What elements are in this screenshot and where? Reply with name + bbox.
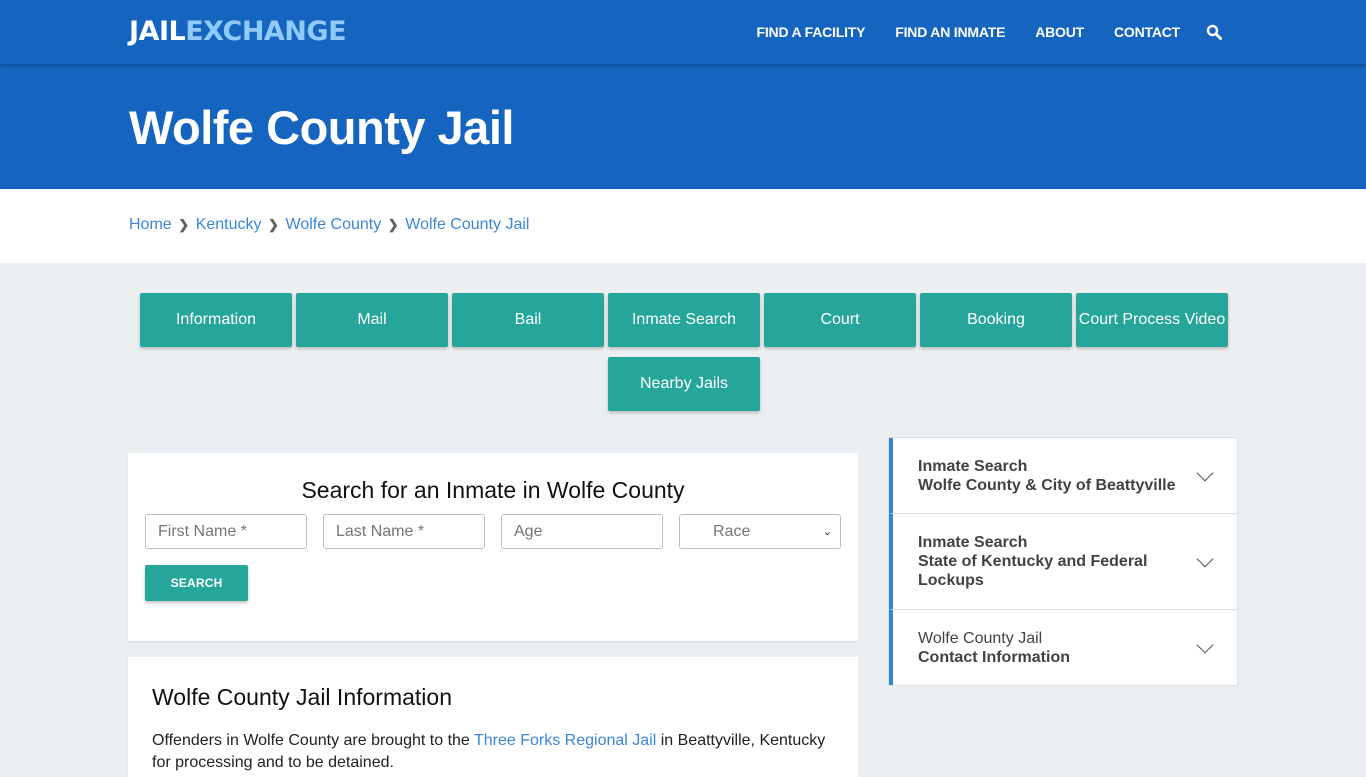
- jail-info-card: Wolfe County Jail Information Offenders …: [128, 657, 858, 777]
- breadcrumb-wolfe-county[interactable]: Wolfe County: [286, 216, 382, 234]
- first-name-input[interactable]: [145, 514, 307, 549]
- info-paragraph: Offenders in Wolfe County are brought to…: [152, 730, 832, 774]
- tab-bail[interactable]: Bail: [452, 293, 604, 347]
- accordion-contact-information[interactable]: Wolfe County Jail Contact Information: [889, 610, 1237, 685]
- inmate-search-card: Search for an Inmate in Wolfe County Rac…: [128, 453, 858, 641]
- breadcrumb-bar: Home ❯ Kentucky ❯ Wolfe County ❯ Wolfe C…: [0, 189, 1366, 263]
- info-text: Offenders in Wolfe County are brought to…: [152, 732, 474, 749]
- accordion-line2: Contact Information: [918, 648, 1070, 666]
- tab-inmate-search[interactable]: Inmate Search: [608, 293, 760, 347]
- chevron-down-icon: [1196, 636, 1214, 653]
- nav-find-an-inmate[interactable]: FIND AN INMATE: [895, 24, 1005, 40]
- chevron-right-icon: ❯: [268, 217, 279, 232]
- section-tabs: Information Mail Bail Inmate Search Cour…: [139, 293, 1229, 411]
- search-card-title: Search for an Inmate in Wolfe County: [301, 477, 685, 503]
- accordion-line1: Wolfe County Jail: [918, 629, 1043, 647]
- chevron-right-icon: ❯: [178, 217, 190, 232]
- site-logo[interactable]: JAILEXCHANGE: [129, 15, 347, 49]
- three-forks-link[interactable]: Three Forks Regional Jail: [474, 732, 656, 749]
- top-navbar: JAILEXCHANGE FIND A FACILITY FIND AN INM…: [0, 0, 1366, 64]
- race-select[interactable]: Race ⌄: [679, 514, 841, 549]
- chevron-down-icon: [1196, 464, 1214, 481]
- nav-contact[interactable]: CONTACT: [1114, 24, 1180, 40]
- race-select-value: Race: [713, 522, 751, 540]
- page-hero: Wolfe County Jail: [0, 64, 1366, 189]
- nav-find-a-facility[interactable]: FIND A FACILITY: [757, 24, 866, 40]
- last-name-input[interactable]: [323, 514, 485, 549]
- chevron-down-icon: ⌄: [822, 526, 832, 538]
- accordion-inmate-search-county[interactable]: Inmate Search Wolfe County & City of Bea…: [889, 438, 1237, 514]
- nav-about[interactable]: ABOUT: [1035, 24, 1084, 40]
- tab-court-process-video[interactable]: Court Process Video: [1076, 293, 1228, 347]
- tab-nearby-jails[interactable]: Nearby Jails: [608, 357, 760, 411]
- chevron-right-icon: ❯: [387, 217, 399, 232]
- breadcrumb-home[interactable]: Home: [129, 216, 172, 234]
- breadcrumb-kentucky[interactable]: Kentucky: [196, 216, 262, 234]
- tab-information[interactable]: Information: [140, 293, 292, 347]
- search-icon[interactable]: [1206, 24, 1222, 40]
- logo-jail-text: JAIL: [129, 16, 186, 47]
- accordion-line2: Wolfe County & City of Beattyville: [918, 476, 1176, 494]
- chevron-down-icon: [1196, 550, 1214, 567]
- info-title: Wolfe County Jail Information: [152, 684, 452, 710]
- sidebar-accordion: Inmate Search Wolfe County & City of Bea…: [888, 437, 1238, 686]
- tab-mail[interactable]: Mail: [296, 293, 448, 347]
- logo-exchange-text: EXCHANGE: [185, 16, 347, 47]
- accordion-inmate-search-state[interactable]: Inmate Search State of Kentucky and Fede…: [889, 514, 1237, 610]
- breadcrumb-wolfe-county-jail[interactable]: Wolfe County Jail: [405, 216, 529, 234]
- breadcrumb: Home ❯ Kentucky ❯ Wolfe County ❯ Wolfe C…: [129, 216, 529, 234]
- accordion-line1: Inmate Search: [918, 457, 1028, 475]
- accordion-line1: Inmate Search: [918, 534, 1028, 551]
- search-button[interactable]: SEARCH: [145, 565, 248, 601]
- tab-court[interactable]: Court: [764, 293, 916, 347]
- age-input[interactable]: [501, 514, 663, 549]
- main-nav: FIND A FACILITY FIND AN INMATE ABOUT CON…: [757, 0, 1366, 64]
- page-title: Wolfe County Jail: [129, 101, 514, 154]
- accordion-line2: State of Kentucky and Federal Lockups: [918, 553, 1148, 589]
- tab-booking[interactable]: Booking: [920, 293, 1072, 347]
